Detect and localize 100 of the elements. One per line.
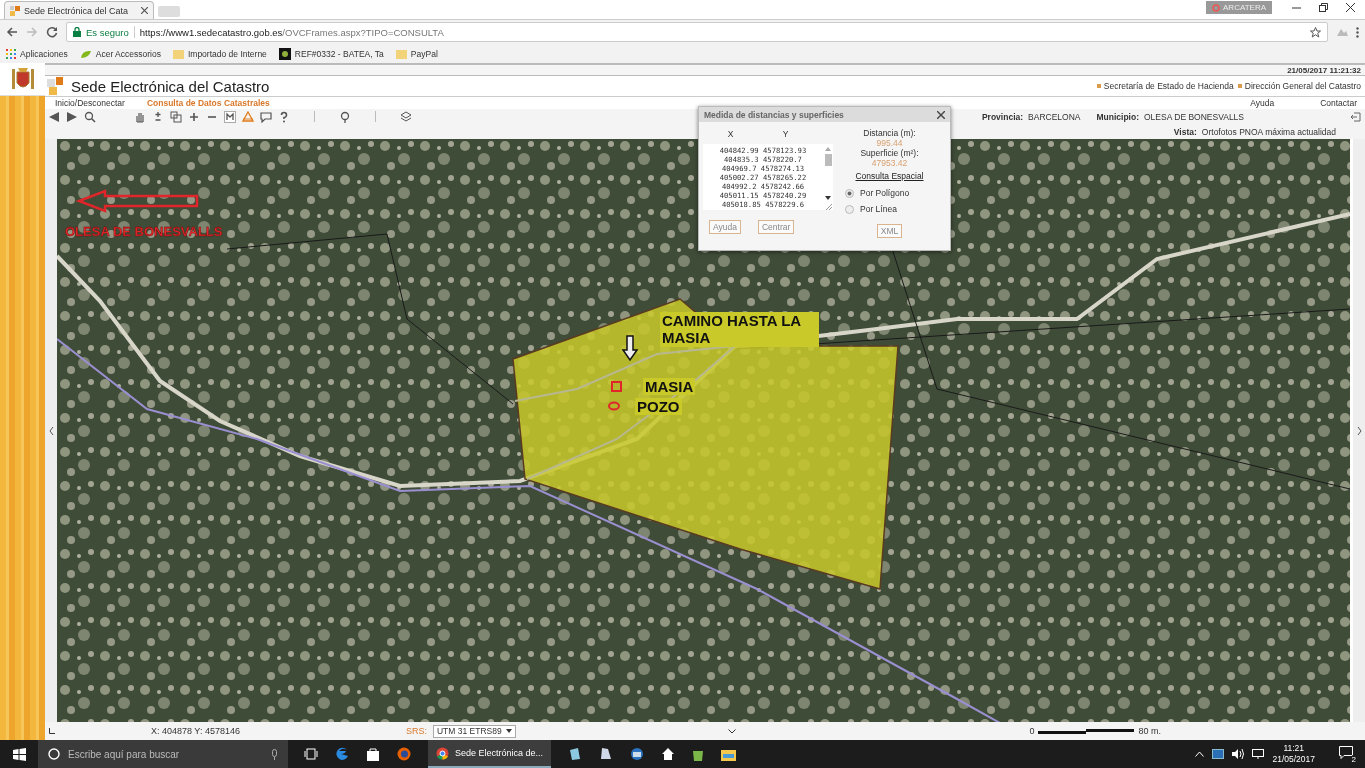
home-icon[interactable] xyxy=(661,747,676,761)
coordinates-readout: X: 404878 Y: 4578146 xyxy=(151,726,240,736)
bookmark[interactable]: Importado de Interne xyxy=(172,48,267,59)
field-value: BARCELONA xyxy=(1028,111,1081,122)
file-explorer-icon[interactable] xyxy=(721,747,737,761)
ellipse-marker xyxy=(608,401,620,411)
map-annotation: MASIA xyxy=(643,378,696,396)
network-icon[interactable] xyxy=(1212,749,1225,759)
apps-grid-icon[interactable] xyxy=(6,48,16,59)
url-text: https://www1.sedecatastro.gob.es/OVCFrames.aspx?TIPO=CONSULTA xyxy=(139,26,444,38)
column-header: X xyxy=(727,129,734,139)
scroll-down-icon[interactable] xyxy=(825,196,831,200)
mail-icon[interactable] xyxy=(630,747,645,761)
scale-label: 80 m. xyxy=(1138,726,1161,736)
radio-button[interactable] xyxy=(845,204,854,214)
zoom-box-icon[interactable] xyxy=(170,110,182,123)
field-value: OLESA DE BONESVALLS xyxy=(1144,111,1244,122)
field-label: Provincia: xyxy=(981,111,1024,122)
menu-icon[interactable] xyxy=(1356,26,1359,38)
square-marker xyxy=(611,381,622,392)
paper-icon[interactable] xyxy=(599,747,614,761)
dialog-button[interactable]: Ayuda xyxy=(709,220,741,234)
chrome-icon xyxy=(436,746,449,760)
field-label: Municipio: xyxy=(1096,111,1139,122)
close-icon[interactable] xyxy=(937,110,945,119)
windows-logo-icon[interactable] xyxy=(12,747,26,761)
measure-icon[interactable] xyxy=(224,110,236,123)
area-label: Superficie (m²): xyxy=(860,148,919,158)
notification-button[interactable]: 2 xyxy=(1339,746,1355,762)
corner-icon xyxy=(49,728,55,734)
date-time: 21/05/2017 11:21:32 xyxy=(1287,65,1361,75)
address-bar[interactable]: Es seguro https://www1.sedecatastro.gob.es/OVCFrames.aspx?TIPO=CONSULTA xyxy=(66,22,1328,42)
distance-value: 995.44 xyxy=(876,138,903,148)
help-icon[interactable] xyxy=(278,110,290,123)
close-icon[interactable] xyxy=(1346,3,1355,12)
map-annotation: CAMINO HASTA LA MASIA xyxy=(660,312,819,347)
browser-tab[interactable]: Sede Electrónica del Cata xyxy=(4,1,154,19)
catastro-favicon xyxy=(10,5,20,16)
caret-icon xyxy=(505,729,512,733)
search-icon[interactable] xyxy=(84,110,96,123)
pan-left-icon[interactable] xyxy=(48,110,60,123)
layers-icon[interactable] xyxy=(400,110,412,123)
clock[interactable]: 11:21 21/05/2017 xyxy=(1272,743,1315,765)
dialog-title: Medida de distancias y superficies xyxy=(704,109,844,120)
search-field[interactable]: Escribe aquí para buscar xyxy=(68,748,263,760)
notepad-icon[interactable] xyxy=(568,747,583,761)
microphone-icon[interactable] xyxy=(271,748,278,760)
search-circle-icon xyxy=(48,748,60,760)
close-icon[interactable] xyxy=(141,7,148,14)
spatial-query-link[interactable]: Consulta Espacial xyxy=(855,171,924,181)
zoom-in-icon[interactable] xyxy=(188,110,200,123)
search-bar[interactable]: Escribe aquí para buscar xyxy=(38,740,288,768)
task-view-icon[interactable] xyxy=(304,748,318,760)
distance-label: Distancia (m): xyxy=(863,128,916,138)
monitor-icon[interactable] xyxy=(1252,749,1265,759)
help-link[interactable]: Ayuda xyxy=(1250,98,1275,108)
radio-label: Por Línea xyxy=(860,204,897,214)
site-title: Sede Electrónica del Catastro xyxy=(71,77,270,95)
radio-button[interactable] xyxy=(845,188,854,198)
reload-icon[interactable] xyxy=(46,26,58,38)
exit-icon[interactable] xyxy=(1350,111,1361,122)
chevron-down-icon[interactable] xyxy=(727,728,736,734)
header-link[interactable]: Dirección General del Catastro xyxy=(1244,81,1361,91)
back-icon[interactable] xyxy=(6,26,18,38)
chevron-right-icon[interactable] xyxy=(1356,426,1362,435)
lock-icon xyxy=(73,27,81,37)
resize-grip-icon[interactable] xyxy=(824,203,832,210)
scrollbar-thumb[interactable] xyxy=(824,154,832,166)
restore-icon[interactable] xyxy=(1319,3,1328,12)
field-value: Ortofotos PNOA máxima actualidad xyxy=(1201,126,1336,137)
radio-label: Por Polígono xyxy=(860,188,910,198)
scale-label: 0 xyxy=(1029,726,1035,736)
taskbar-app-button[interactable]: Sede Electrónica de... xyxy=(428,740,552,768)
help-link[interactable]: Contactar xyxy=(1320,98,1357,108)
xml-button[interactable]: XML xyxy=(876,224,903,238)
bullet-icon xyxy=(1096,84,1101,88)
bookmark[interactable]: REF#0332 - BATEA, Ta xyxy=(278,47,384,60)
bookmark[interactable]: PayPal xyxy=(395,48,438,59)
column-header: Y xyxy=(782,129,789,139)
profile-icon xyxy=(1212,3,1221,12)
srs-select[interactable]: UTM 31 ETRS89 xyxy=(432,724,516,738)
chevron-up-icon[interactable] xyxy=(1195,751,1205,757)
header-link[interactable]: Secretaría de Estado de Hacienda xyxy=(1103,81,1234,91)
bookmark[interactable]: Aplicaciones xyxy=(6,48,68,59)
dialog-button[interactable]: Centrar xyxy=(757,220,795,234)
down-arrow-drawing xyxy=(621,335,639,362)
area-value: 47953.42 xyxy=(871,158,908,168)
page-icon[interactable] xyxy=(278,47,291,60)
star-icon[interactable] xyxy=(1310,26,1321,38)
volume-icon[interactable] xyxy=(1232,749,1245,759)
security-label: Es seguro xyxy=(86,26,129,38)
chevron-left-icon[interactable] xyxy=(48,426,54,435)
comment-icon[interactable] xyxy=(260,110,272,123)
store-icon[interactable] xyxy=(366,747,380,761)
bookmark[interactable]: Acer Accessorios xyxy=(79,48,161,59)
area-measure-icon[interactable] xyxy=(242,110,254,123)
pin-icon[interactable] xyxy=(339,110,351,123)
nav-link[interactable]: Inicio/Desconectar xyxy=(47,98,125,108)
map-annotation: POZO xyxy=(635,398,682,416)
pan-right-icon[interactable] xyxy=(66,110,78,123)
